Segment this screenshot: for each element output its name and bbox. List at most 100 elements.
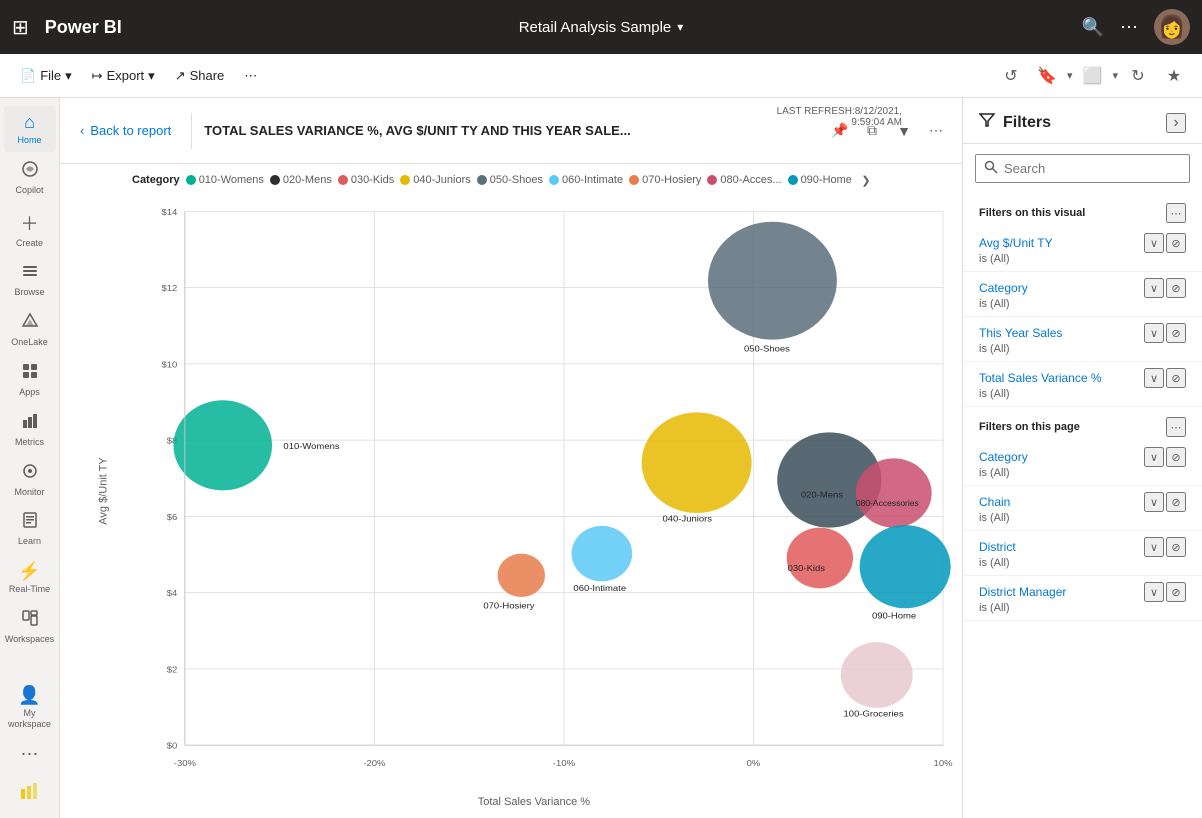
report-title[interactable]: Retail Analysis Sample ▾	[519, 19, 684, 36]
view-button[interactable]: ⬜	[1076, 60, 1108, 92]
sidebar-item-home[interactable]: ⌂ Home	[4, 106, 56, 152]
export-chevron-icon: ▾	[148, 68, 155, 84]
filter-page-category: Category ∨ ⊘ is (All)	[963, 441, 1202, 486]
sidebar: ⌂ Home Copilot ＋ Create Browse OneLake	[0, 98, 60, 818]
filter-page-category-clear[interactable]: ⊘	[1166, 447, 1186, 467]
svg-text:0%: 0%	[747, 758, 761, 768]
sidebar-item-apps[interactable]: Apps	[4, 356, 56, 404]
filter-this-year-sales: This Year Sales ∨ ⊘ is (All)	[963, 317, 1202, 362]
label-shoes: 050-Shoes	[744, 344, 790, 354]
more-chart-icon[interactable]: ⋯	[922, 117, 950, 145]
file-button[interactable]: 📄 File ▾	[12, 64, 80, 88]
filters-visual-more-button[interactable]: ⋯	[1166, 203, 1186, 223]
filter-avg-unit-ty-clear[interactable]: ⊘	[1166, 233, 1186, 253]
bubble-kids[interactable]	[787, 528, 853, 589]
filter-search-box[interactable]	[975, 154, 1190, 183]
sidebar-item-workspaces[interactable]: Workspaces	[4, 603, 56, 651]
bubble-womens[interactable]	[173, 400, 272, 490]
filter-district-clear[interactable]: ⊘	[1166, 537, 1186, 557]
search-icon[interactable]: 🔍	[1082, 17, 1104, 38]
y-axis-label: Avg $/Unit TY	[98, 457, 110, 524]
powerbi-logo-icon	[19, 779, 41, 804]
export-button[interactable]: ↦ Export ▾	[84, 64, 163, 88]
sidebar-item-create[interactable]: ＋ Create	[4, 204, 56, 255]
apps-icon	[21, 362, 39, 385]
bookmark-chevron-icon[interactable]: ▾	[1067, 69, 1073, 82]
sidebar-item-powerbi[interactable]	[4, 773, 56, 810]
legend-label-juniors: 040-Juniors	[413, 174, 470, 186]
create-icon: ＋	[21, 210, 39, 236]
filters-expand-button[interactable]: ›	[1166, 113, 1186, 133]
bookmark-button[interactable]: 🔖	[1031, 60, 1063, 92]
legend-dot-kids	[338, 175, 348, 185]
filter-category-header: Category ∨ ⊘	[979, 278, 1186, 298]
main-layout: ⌂ Home Copilot ＋ Create Browse OneLake	[0, 98, 1202, 818]
bubble-shoes[interactable]	[708, 222, 837, 340]
sidebar-item-more[interactable]: ⋯	[4, 738, 56, 771]
filter-category-clear[interactable]: ⊘	[1166, 278, 1186, 298]
filter-district-expand[interactable]: ∨	[1144, 537, 1164, 557]
more-icon[interactable]: ⋯	[1120, 17, 1138, 38]
undo-button[interactable]: ↺	[995, 60, 1027, 92]
back-to-report-button[interactable]: ‹ Back to report	[72, 119, 179, 142]
bubble-juniors[interactable]	[642, 412, 752, 513]
more-options-button[interactable]: ⋯	[236, 64, 265, 88]
chart-header: ‹ Back to report TOTAL SALES VARIANCE %,…	[60, 98, 962, 164]
file-icon: 📄	[20, 68, 36, 84]
sidebar-item-realtime[interactable]: ⚡ Real-Time	[4, 555, 56, 601]
legend-dot-home	[788, 175, 798, 185]
svg-text:$2: $2	[167, 665, 178, 675]
sidebar-item-onelake[interactable]: OneLake	[4, 306, 56, 354]
svg-text:10%: 10%	[934, 758, 953, 768]
bubble-intimate[interactable]	[572, 526, 633, 581]
filter-total-sales-variance-expand[interactable]: ∨	[1144, 368, 1164, 388]
filter-district-manager-clear[interactable]: ⊘	[1166, 582, 1186, 602]
legend-label-shoes: 050-Shoes	[490, 174, 543, 186]
filter-total-sales-variance-clear[interactable]: ⊘	[1166, 368, 1186, 388]
filter-avg-unit-ty-expand[interactable]: ∨	[1144, 233, 1164, 253]
legend-next-arrow[interactable]: ❯	[858, 172, 874, 188]
filter-category: Category ∨ ⊘ is (All)	[963, 272, 1202, 317]
file-chevron-icon: ▾	[65, 68, 72, 84]
my-workspace-icon: 👤	[18, 685, 40, 706]
label-kids: 030-Kids	[788, 563, 826, 573]
share-button[interactable]: ↗ Share	[167, 64, 233, 88]
sidebar-item-metrics[interactable]: Metrics	[4, 406, 56, 454]
filter-chain-expand[interactable]: ∨	[1144, 492, 1164, 512]
filter-category-icons: ∨ ⊘	[1144, 278, 1186, 298]
sidebar-item-monitor[interactable]: Monitor	[4, 456, 56, 504]
bubble-accessories[interactable]	[856, 458, 932, 527]
filter-search-input[interactable]	[1004, 161, 1181, 176]
sidebar-item-learn[interactable]: Learn	[4, 505, 56, 553]
refresh-timestamp: LAST REFRESH:8/12/2021, 9:59:04 AM	[777, 106, 902, 128]
sidebar-item-copilot[interactable]: Copilot	[4, 154, 56, 202]
onelake-icon	[21, 312, 39, 335]
share-icon: ↗	[175, 68, 186, 84]
content-area: ‹ Back to report TOTAL SALES VARIANCE %,…	[60, 98, 962, 818]
view-chevron-icon[interactable]: ▾	[1112, 69, 1118, 82]
bubble-groceries[interactable]	[841, 642, 913, 708]
filter-district-manager-expand[interactable]: ∨	[1144, 582, 1164, 602]
filter-category-expand[interactable]: ∨	[1144, 278, 1164, 298]
sidebar-item-my-workspace[interactable]: 👤 My workspace	[4, 679, 56, 736]
filter-page-category-expand[interactable]: ∨	[1144, 447, 1164, 467]
legend-item-intimate: 060-Intimate	[549, 174, 623, 186]
sidebar-more-icon: ⋯	[21, 744, 39, 765]
browse-icon	[21, 262, 39, 285]
filters-page-more-button[interactable]: ⋯	[1166, 417, 1186, 437]
filter-chain: Chain ∨ ⊘ is (All)	[963, 486, 1202, 531]
waffle-icon[interactable]: ⊞	[12, 15, 29, 40]
filter-this-year-sales-expand[interactable]: ∨	[1144, 323, 1164, 343]
sidebar-item-browse[interactable]: Browse	[4, 256, 56, 304]
user-avatar[interactable]: 👩	[1154, 9, 1190, 45]
refresh-button[interactable]: ↻	[1122, 60, 1154, 92]
copilot-icon	[21, 160, 39, 183]
bubble-home[interactable]	[860, 525, 951, 608]
legend-item-womens: 010-Womens	[186, 174, 264, 186]
filter-chain-clear[interactable]: ⊘	[1166, 492, 1186, 512]
svg-text:$14: $14	[161, 207, 177, 217]
filter-this-year-sales-clear[interactable]: ⊘	[1166, 323, 1186, 343]
bubble-hosiery[interactable]	[498, 554, 545, 597]
svg-text:$4: $4	[167, 588, 178, 598]
favorite-button[interactable]: ★	[1158, 60, 1190, 92]
